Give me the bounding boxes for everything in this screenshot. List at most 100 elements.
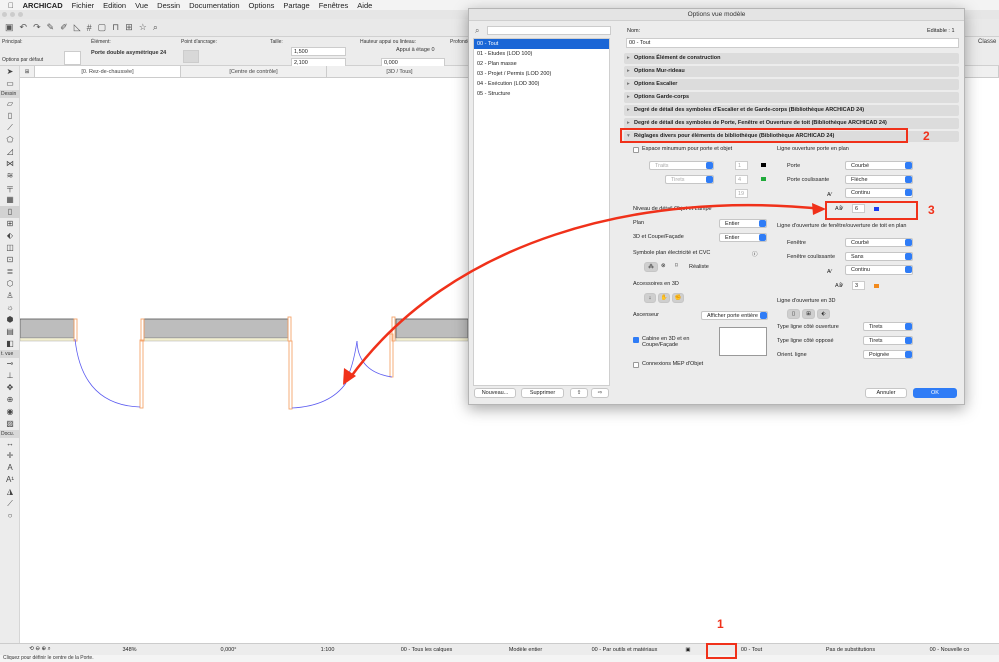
door-favorite-icon[interactable] [64,51,81,65]
cabin-checkbox[interactable] [633,337,639,343]
undo-icon[interactable]: ↶ [20,22,28,33]
apple-icon[interactable]:  [8,1,14,10]
menu-fenetres[interactable]: Fenêtres [319,1,349,10]
door-select[interactable]: Courbé [845,161,913,170]
name-input[interactable]: 00 - Tout [626,38,959,48]
list-item[interactable]: 03 - Projet / Permis (LOD 200) [474,69,609,79]
lamp-tool-icon[interactable]: ☼ [0,302,20,314]
menu-edition[interactable]: Edition [103,1,126,10]
worksheet-tool-icon[interactable]: ⊕ [0,394,20,406]
plan-select[interactable]: Entier [719,219,767,228]
scale[interactable]: 1:100 [278,647,377,653]
arrow-tool-icon[interactable]: ➤ [0,66,20,78]
line-tool-icon[interactable]: ⟋ [0,498,20,510]
zoom-button[interactable] [18,12,23,17]
trace-icon[interactable]: ⊞ [125,22,133,33]
search-input[interactable] [487,26,611,35]
grid-element-tool-icon[interactable]: ▤ [0,326,20,338]
graphic-overrides[interactable]: Pas de substitutions [801,647,900,653]
beam-tool-icon[interactable]: ⟋ [0,122,20,134]
lock-icon[interactable]: ⊓ [112,22,119,33]
width-input[interactable]: 1,500 [291,47,346,56]
window-select[interactable]: Courbé [845,238,913,247]
fill-type-select[interactable]: Tirets [665,175,714,184]
menu-aide[interactable]: Aide [357,1,372,10]
elec-square-icon[interactable]: ⌑ [675,263,678,269]
text-tool-icon[interactable]: A [0,462,20,474]
menu-partage[interactable]: Partage [283,1,309,10]
syringe-icon[interactable]: ✐ [60,22,68,33]
section-stair-options[interactable]: Options Escalier [624,79,959,90]
wall-segment[interactable] [19,318,75,339]
close-button[interactable] [2,12,7,17]
elec-symbol-button[interactable]: ⁂ [644,262,658,272]
zone-tool-icon[interactable]: ⊡ [0,254,20,266]
tab-3d[interactable]: [3D / Tous] [327,66,473,77]
open-side-select[interactable]: Tirets [863,322,913,331]
door-tool-icon[interactable]: ▯ [0,206,20,218]
door-line-type-select[interactable]: Continu [845,188,913,198]
acc-hand-icon[interactable]: ✋ [658,293,670,303]
menu-vue[interactable]: Vue [135,1,148,10]
import-icon[interactable]: ⇪ [570,388,588,398]
sliding-window-select[interactable]: Sans [845,252,913,261]
principal-value[interactable]: Options par défaut [2,57,43,63]
object-tool-icon[interactable]: ♙ [0,290,20,302]
pen1-swatch[interactable] [761,163,766,167]
wall-segment[interactable] [143,318,289,339]
level-dimension-tool-icon[interactable]: ✛ [0,450,20,462]
change-tool-icon[interactable]: ▨ [0,418,20,430]
tab-floor-plan[interactable]: [0. Rez-de-chaussée] [35,66,181,77]
opp-side-select[interactable]: Tirets [863,336,913,345]
export-icon[interactable]: ⇨ [591,388,609,398]
roof-tool-icon[interactable]: ◿ [0,146,20,158]
list-item[interactable]: 04 - Exécution (LOD 300) [474,79,609,89]
label-tool-icon[interactable]: A¹ [0,474,20,486]
section-tool-icon[interactable]: ⊸ [0,358,20,370]
window-tool-icon[interactable]: ⊞ [0,218,20,230]
open3d-door-icon[interactable]: ▯ [787,309,800,319]
marquee-tool-icon[interactable]: ▭ [0,78,20,90]
column-tool-icon[interactable]: ▯ [0,110,20,122]
element-value[interactable]: Porte double asymétrique 24 [91,50,171,56]
list-item[interactable]: 05 - Structure [474,89,609,99]
pen2-input[interactable]: 4 [735,175,748,184]
curtain-wall-tool-icon[interactable]: ▦ [0,194,20,206]
tab-control-center[interactable]: [Centre de contrôle] [181,66,327,77]
pen3-input[interactable]: 19 [735,189,748,198]
menu-fichier[interactable]: Fichier [72,1,95,10]
star-icon[interactable]: ☆ [139,22,147,33]
acc-3d-icon[interactable]: ↓ [644,293,656,303]
menu-app[interactable]: ARCHICAD [23,1,63,10]
anchor-center-button[interactable] [183,50,199,63]
pen-set[interactable]: 00 - Par outils et matériaux [575,647,674,653]
mesh-tool-icon[interactable]: ≣ [0,266,20,278]
section-railing-options[interactable]: Options Garde-corps [624,92,959,103]
open3d-skylight-icon[interactable]: ⬖ [817,309,830,319]
section-curtain-wall-options[interactable]: Options Mur-rideau [624,66,959,77]
window-pen-swatch[interactable] [874,284,879,288]
section-stair-symbol-detail[interactable]: Degré de détail des symboles d'Escalier … [624,105,959,116]
renovation-filter[interactable]: 00 - Nouvelle co [900,647,999,653]
grid-icon[interactable]: # [87,23,92,33]
snap-icon[interactable]: ◺ [74,22,81,33]
zoom-icon[interactable]: ⌕ [153,22,158,33]
slab-tool-icon[interactable]: ⬠ [0,134,20,146]
interior-elevation-tool-icon[interactable]: ✥ [0,382,20,394]
menu-documentation[interactable]: Documentation [189,1,239,10]
redo-icon[interactable]: ↷ [33,22,41,33]
menu-options[interactable]: Options [249,1,275,10]
elec-circle-icon[interactable]: ⊗ [661,263,666,269]
section-construction-options[interactable]: Options Élément de construction [624,53,959,64]
ok-button[interactable]: OK [913,388,957,398]
pen1-input[interactable]: 1 [735,161,748,170]
elevator-select[interactable]: Afficher porte entière [701,311,768,320]
zoom-controls-icon[interactable]: ⟲ ⊖ ⊕ ⌕ [0,646,80,653]
wall-segment[interactable] [395,318,469,339]
save-icon[interactable]: ▣ [5,22,14,33]
acc-handle-icon[interactable]: ✊ [672,293,684,303]
wall-tool-icon[interactable]: ▱ [0,98,20,110]
new-button[interactable]: Nouveau... [474,388,516,398]
circle-tool-icon[interactable]: ○ [0,510,20,522]
list-item[interactable]: 02 - Plan masse [474,59,609,69]
